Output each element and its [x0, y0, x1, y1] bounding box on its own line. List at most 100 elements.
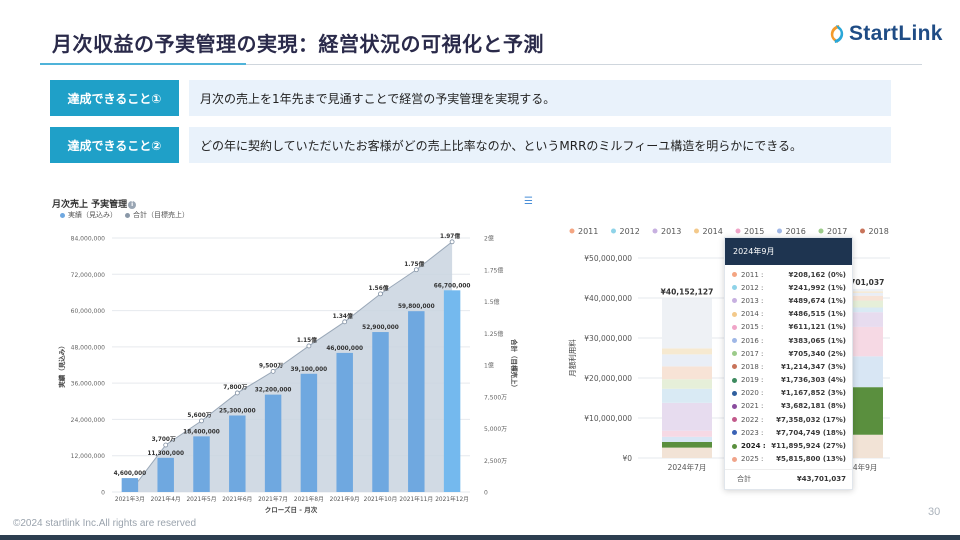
y2-tick-label: 7,500万 [484, 394, 507, 401]
bar-value-label: 32,200,000 [255, 388, 292, 394]
tooltip-row-year: 2013 : [741, 296, 764, 305]
series-dot-icon [732, 364, 737, 370]
page-number: 30 [928, 506, 941, 518]
legend-label: 2017 [827, 227, 847, 236]
y2-tick-label: 5,000万 [484, 426, 507, 433]
series-dot-icon [732, 417, 737, 423]
tooltip-title: 2024年9月 [725, 238, 852, 265]
bar-value-label: 59,800,000 [398, 304, 435, 310]
achievement-row-1: 達成できること① 月次の売上を1年先まで見通すことで経営の予実管理を実現する。 [50, 80, 891, 116]
tooltip-row-value: ¥486,515 (1%) [788, 310, 846, 319]
y2-tick-label: 1.75億 [484, 266, 503, 274]
y2-tick-label: 1億 [484, 362, 494, 370]
tooltip-row: 2025 : ¥5,815,800 (13%) [725, 453, 852, 466]
tooltip-row: 2011 : ¥208,162 (0%) [725, 268, 852, 281]
chart-title: 月次売上 予実管理 i [52, 197, 137, 210]
legend-dot-icon [652, 228, 658, 234]
legend-dot-icon [60, 212, 65, 218]
y2-axis-title: 合計（目標売上） [510, 338, 519, 391]
y-tick-label: 12,000,000 [71, 453, 106, 460]
y-tick-label: 24,000,000 [71, 417, 106, 424]
y-tick-label: 60,000,000 [71, 308, 106, 315]
stack-total-label: ¥40,152,127 [661, 287, 714, 296]
bar [336, 352, 353, 492]
tooltip-row: 2024 : ¥11,895,924 (27%) [725, 439, 852, 452]
y2-tick-label: 2億 [484, 235, 494, 243]
bar-value-label: 39,100,000 [291, 367, 328, 373]
tooltip-row: 2015 : ¥611,121 (1%) [725, 321, 852, 334]
total-value-label: 5,600万 [187, 412, 211, 419]
series-dot-icon [732, 272, 737, 278]
stack-segment [662, 354, 712, 367]
bar [229, 415, 246, 492]
tooltip-row-value: ¥1,736,303 (4%) [780, 376, 846, 385]
series-dot-icon [732, 456, 737, 462]
x-tick-label: 2024年7月 [668, 462, 707, 472]
bar-value-label: 11,300,000 [147, 451, 184, 457]
y-tick-label: ¥0 [622, 454, 632, 463]
x-axis-title: クローズ日 - 月次 [265, 505, 318, 514]
total-marker [378, 291, 383, 297]
startlink-logo: StartLink [828, 22, 943, 46]
series-dot-icon [732, 338, 737, 344]
total-value-label: 1.34億 [333, 312, 353, 320]
x-tick-label: 2021年8月 [294, 495, 324, 503]
total-marker [306, 343, 312, 349]
series-dot-icon [732, 285, 737, 291]
tooltip-row-year: 2019 : [741, 376, 764, 385]
y-tick-label: 48,000,000 [71, 344, 106, 351]
tooltip-row: 2020 : ¥1,167,852 (3%) [725, 387, 852, 400]
tooltip-row-year: 2020 : [741, 389, 764, 398]
tooltip-row-value: ¥7,704,749 (18%) [776, 428, 846, 437]
total-marker [199, 418, 204, 424]
tooltip-row: 2014 : ¥486,515 (1%) [725, 308, 852, 321]
tooltip-row-value: ¥7,358,032 (17%) [776, 415, 846, 424]
stack-segment [662, 447, 712, 458]
tooltip-row: 2022 : ¥7,358,032 (17%) [725, 413, 852, 426]
legend-label-actual: 実績（見込み） [68, 211, 117, 219]
startlink-logo-icon [830, 25, 844, 43]
x-tick-label: 2021年12月 [435, 495, 469, 503]
total-marker [270, 368, 276, 374]
tooltip-row-year: 2017 : [741, 349, 764, 358]
bar [193, 436, 210, 492]
tooltip-row: 2017 : ¥705,340 (2%) [725, 347, 852, 360]
bar [157, 457, 174, 492]
y-tick-label: ¥30,000,000 [584, 334, 632, 343]
bottom-bar [0, 535, 960, 540]
title-underline [246, 64, 922, 65]
tooltip-row-value: ¥3,682,181 (8%) [780, 402, 846, 411]
series-dot-icon [732, 403, 737, 409]
filter-settings-icon[interactable]: ☰ [524, 196, 533, 207]
legend-dot-icon [569, 228, 575, 234]
bar [443, 290, 461, 492]
bar-value-label: 18,400,000 [183, 429, 220, 435]
legend-label: 2011 [578, 227, 598, 236]
info-icon[interactable]: i [128, 200, 137, 209]
y-tick-label: ¥20,000,000 [584, 374, 632, 383]
x-tick-label: 2021年11月 [399, 495, 433, 503]
stack-segment [662, 388, 712, 403]
tooltip-row: 2023 : ¥7,704,749 (18%) [725, 426, 852, 439]
bar-value-label: 25,300,000 [219, 408, 256, 414]
chart-legend: 実績（見込み） 合計（目標売上） [60, 210, 189, 220]
bar-value-label: 46,000,000 [326, 346, 363, 352]
tooltip-row-year: 2023 : [741, 428, 764, 437]
y2-tick-label: 0 [484, 490, 488, 497]
x-tick-label: 2021年4月 [151, 495, 181, 503]
legend-dot-icon [818, 228, 824, 234]
series-dot-icon [732, 377, 737, 383]
tooltip-row-value: ¥1,167,852 (3%) [780, 389, 846, 398]
y-tick-label: 84,000,000 [71, 236, 106, 243]
achievement-text-2: どの年に契約していただいたお客様がどの売上比率なのか、というMRRのミルフィーユ… [189, 127, 891, 163]
series-dot-icon [732, 443, 737, 449]
tooltip-row: 2012 : ¥241,992 (1%) [725, 281, 852, 294]
total-value-label: 7,800万 [223, 384, 247, 391]
x-tick-label: 2021年9月 [330, 495, 360, 503]
legend-dot-icon [611, 228, 616, 234]
legend-dot-icon [860, 228, 865, 234]
y-tick-label: 36,000,000 [71, 381, 106, 388]
series-dot-icon [732, 311, 737, 317]
bar [121, 478, 139, 492]
tooltip-row: 2016 : ¥383,065 (1%) [725, 334, 852, 347]
